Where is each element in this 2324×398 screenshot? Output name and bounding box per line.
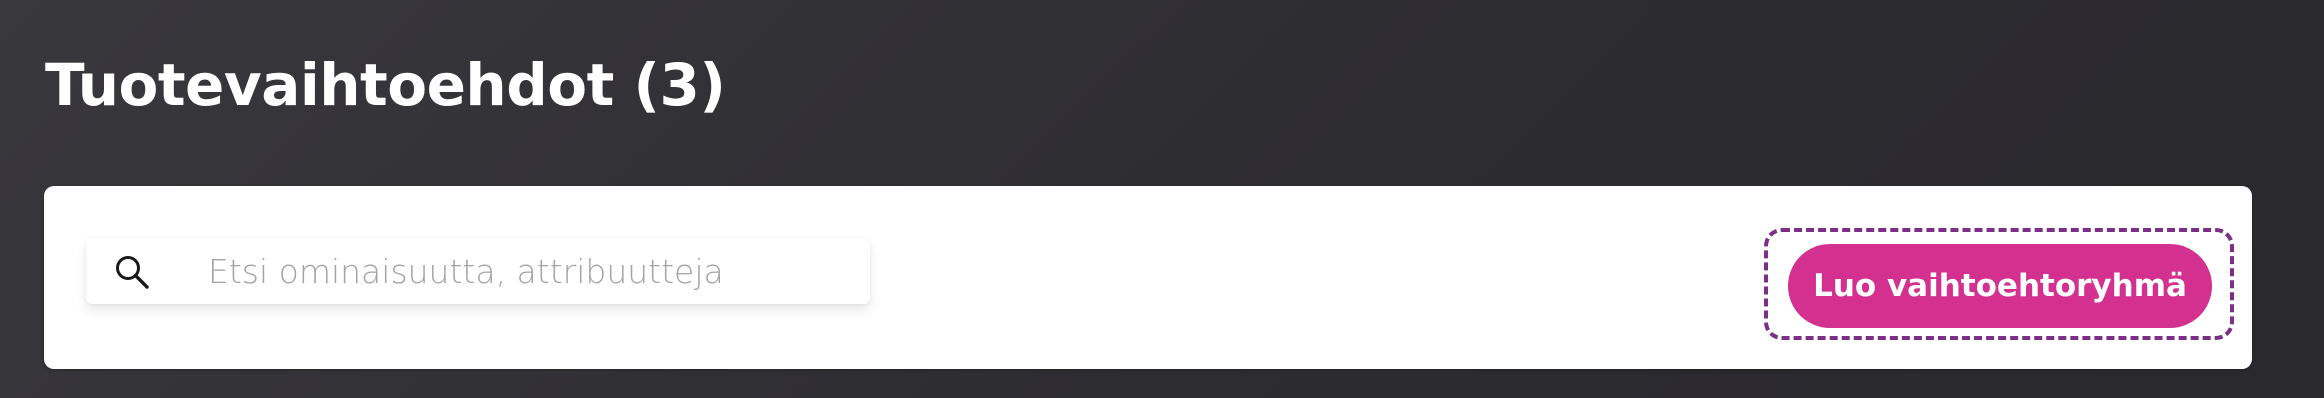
search-input[interactable]: [208, 238, 848, 304]
create-option-group-button[interactable]: Luo vaihtoehtoryhmä: [1788, 244, 2212, 328]
page-title: Tuotevaihtoehdot (3): [45, 51, 726, 119]
toolbar-panel: Luo vaihtoehtoryhmä: [44, 186, 2252, 369]
search-box[interactable]: [86, 238, 870, 304]
search-icon: [114, 254, 152, 292]
